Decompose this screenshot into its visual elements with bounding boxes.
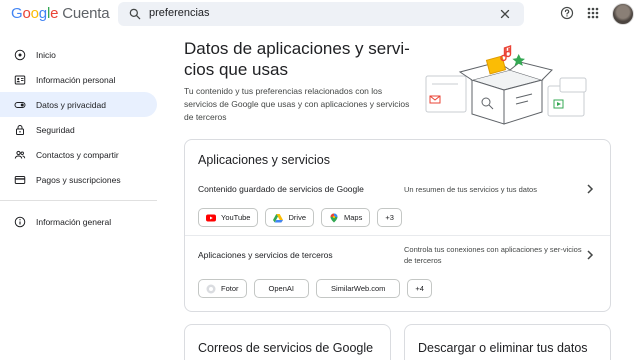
youtube-icon — [206, 214, 216, 221]
top-bar: Google Cuenta preferencias — [0, 0, 640, 28]
sidebar-divider — [0, 200, 157, 201]
toggle-icon — [14, 101, 26, 108]
chevron-right-icon[interactable] — [585, 250, 595, 260]
sidebar-item-data-privacy[interactable]: Datos y privacidad — [0, 92, 157, 117]
sidebar-item-home[interactable]: Inicio — [0, 42, 157, 67]
home-icon — [14, 49, 26, 60]
chip-label: OpenAI — [268, 284, 294, 293]
fotor-icon — [206, 284, 216, 293]
chevron-right-icon[interactable] — [585, 184, 595, 194]
chip-label: Fotor — [221, 284, 239, 293]
chip-drive[interactable]: Drive — [265, 208, 314, 227]
chip-youtube[interactable]: YouTube — [198, 208, 259, 227]
sidebar-item-people-sharing[interactable]: Contactos y compartir — [0, 142, 157, 167]
sidebar-item-payments[interactable]: Pagos y suscripciones — [0, 167, 157, 192]
sidebar-item-personal-info[interactable]: Información personal — [0, 67, 157, 92]
avatar[interactable] — [612, 3, 634, 25]
google-account-logo[interactable]: Google Cuenta — [11, 5, 110, 22]
sidebar-item-label: Contactos y compartir — [36, 149, 119, 160]
search-icon[interactable] — [128, 7, 142, 21]
data-box-illustration-icon — [425, 45, 587, 125]
google-emails-card[interactable]: Correos de servicios de Google — [184, 324, 391, 360]
people-icon — [14, 150, 26, 159]
apps-grid-icon[interactable] — [587, 7, 599, 19]
maps-pin-icon — [330, 213, 338, 222]
chip-maps[interactable]: Maps — [321, 208, 371, 227]
chip-more[interactable]: +3 — [377, 208, 402, 227]
id-card-icon — [14, 75, 26, 84]
sidebar-item-label: Información personal — [36, 74, 116, 85]
search-bar[interactable]: preferencias — [118, 2, 524, 26]
page-description: Tu contenido y tus preferencias relacion… — [184, 86, 410, 122]
sidebar-item-label: Seguridad — [36, 124, 75, 135]
drive-icon — [273, 213, 284, 222]
sidebar-item-label: Inicio — [36, 49, 56, 60]
sidebar-item-label: Información general — [36, 216, 112, 227]
chip-more[interactable]: +4 — [407, 279, 432, 298]
product-name: Cuenta — [62, 5, 110, 22]
sidebar-item-label: Pagos y suscripciones — [36, 174, 121, 185]
info-icon — [14, 216, 26, 227]
third-party-chips: Fotor OpenAI SimilarWeb.com +4 — [198, 279, 432, 298]
page-title: Datos de aplicaciones y servi-cios que u… — [184, 38, 414, 80]
credit-card-icon — [14, 175, 26, 184]
row-description: Un resumen de tus servicios y tus datos — [404, 185, 537, 194]
google-services-chips: YouTube Drive Maps +3 — [198, 208, 402, 227]
third-party-row[interactable]: Aplicaciones y servicios de terceros Con… — [185, 236, 610, 312]
sidebar-item-general-info[interactable]: Información general — [0, 209, 157, 234]
page-title-line2: cios que usas — [184, 60, 288, 79]
card-title: Correos de servicios de Google — [198, 341, 374, 355]
chip-openai[interactable]: OpenAI — [253, 279, 309, 298]
card-title: Descargar o eliminar tus datos — [418, 341, 588, 355]
chip-label: Drive — [288, 213, 306, 222]
apps-services-card: Aplicaciones y servicios Contenido guard… — [184, 139, 611, 312]
chip-label: Maps — [344, 213, 363, 222]
chip-fotor[interactable]: Fotor — [198, 279, 247, 298]
row-label: Aplicaciones y servicios de terceros — [198, 250, 333, 260]
row-description: Controla tus conexiones con aplicaciones… — [404, 245, 582, 265]
chip-label: SimilarWeb.com — [330, 284, 386, 293]
page-title-line1: Datos de aplicaciones y servi- — [184, 39, 410, 58]
help-icon[interactable] — [560, 6, 574, 20]
close-icon[interactable] — [498, 7, 512, 21]
google-services-row[interactable]: Contenido guardado de servicios de Googl… — [185, 140, 610, 235]
chip-label: +4 — [415, 284, 424, 293]
search-input[interactable]: preferencias — [149, 7, 210, 19]
chip-label: YouTube — [221, 213, 251, 222]
lock-icon — [16, 124, 24, 135]
sidebar: Inicio Información personal Datos y priv… — [0, 42, 160, 234]
sidebar-item-security[interactable]: Seguridad — [0, 117, 157, 142]
google-wordmark: Google — [11, 5, 59, 22]
row-label: Contenido guardado de servicios de Googl… — [198, 184, 364, 194]
chip-label: +3 — [385, 213, 394, 222]
sidebar-item-label: Datos y privacidad — [36, 99, 106, 110]
download-delete-data-card[interactable]: Descargar o eliminar tus datos — [404, 324, 611, 360]
chip-similarweb[interactable]: SimilarWeb.com — [315, 279, 401, 298]
